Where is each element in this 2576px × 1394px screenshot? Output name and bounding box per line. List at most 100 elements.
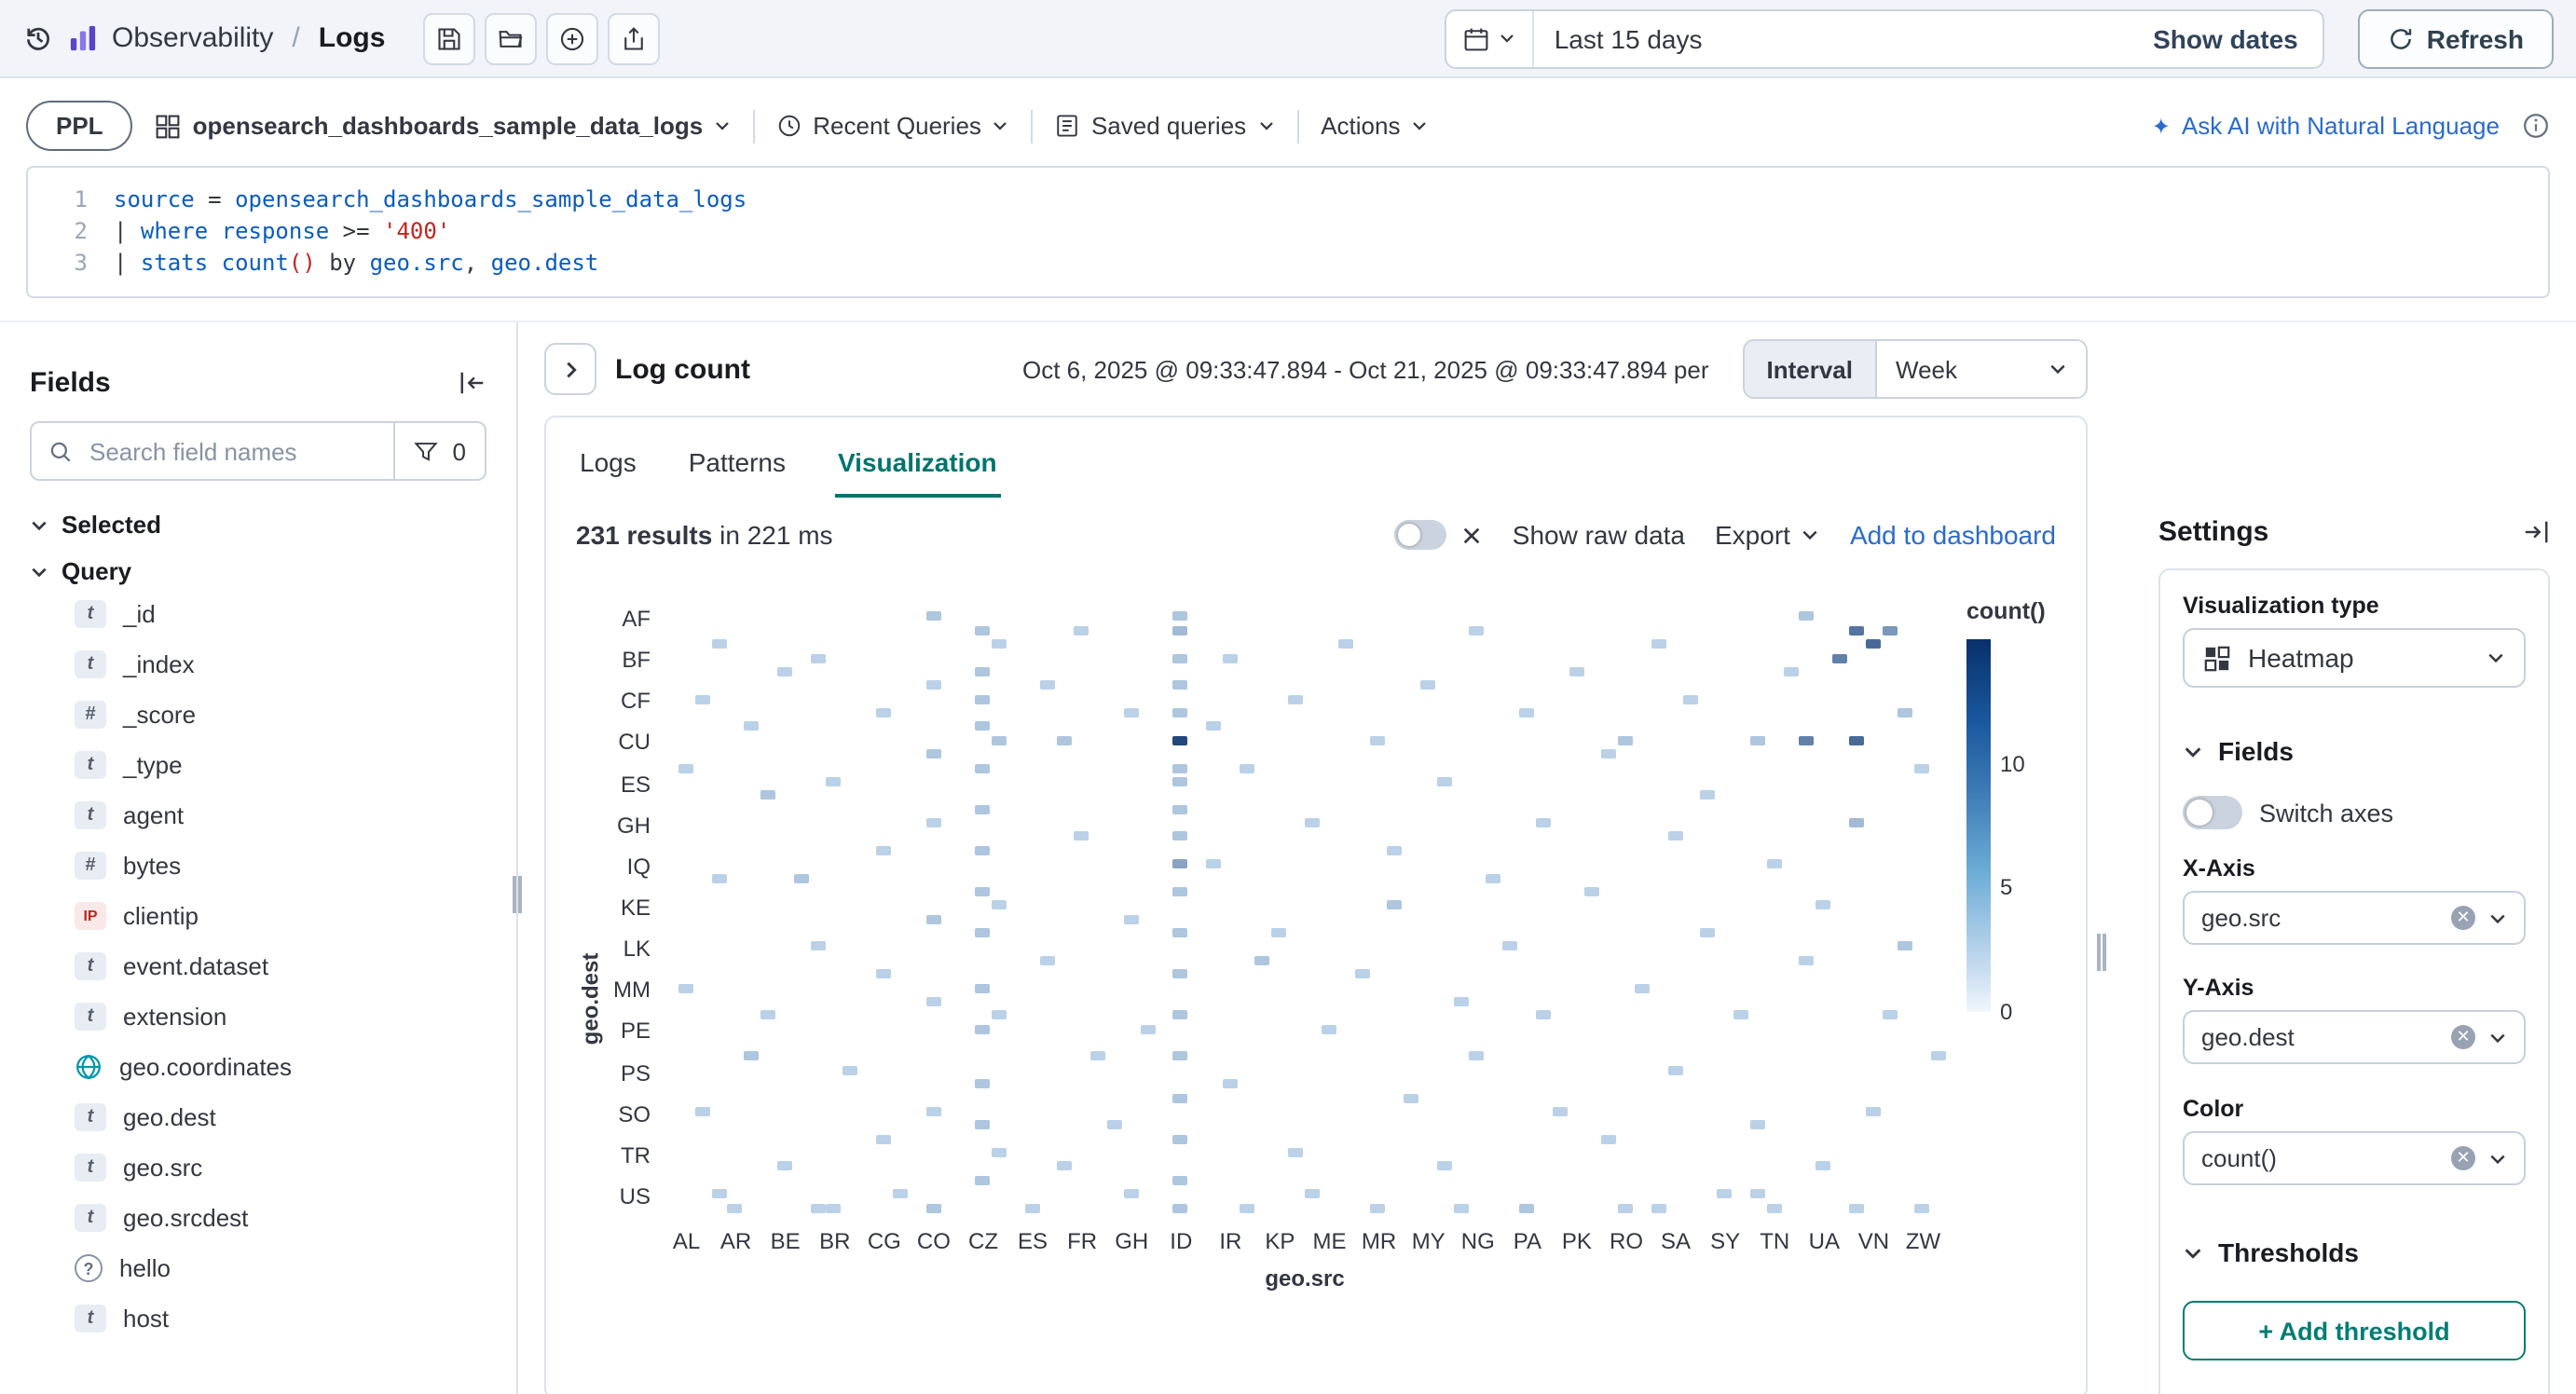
heatmap-cell: [1552, 1107, 1567, 1116]
field-name: geo.dest: [123, 1103, 216, 1131]
field-item-clientip[interactable]: IPclientip: [30, 891, 486, 941]
heatmap-cell: [1453, 1203, 1468, 1212]
heatmap-cell: [1172, 736, 1187, 745]
fields-panel-resizer-handle[interactable]: [513, 876, 522, 913]
y-tick-label: PE: [621, 1018, 651, 1045]
heatmap-cell: [1172, 653, 1187, 663]
viz-type-select[interactable]: Heatmap: [2183, 628, 2526, 688]
breadcrumb-app[interactable]: Observability: [112, 22, 273, 54]
switch-axes-toggle[interactable]: [2183, 796, 2242, 829]
x-tick-label: PK: [1562, 1228, 1592, 1254]
date-picker-calendar-button[interactable]: [1446, 10, 1534, 66]
heatmap-cell: [1618, 1203, 1633, 1212]
heatmap-cell: [1898, 708, 1913, 718]
x-tick-label: PA: [1514, 1228, 1541, 1254]
add-threshold-button[interactable]: + Add threshold: [2183, 1301, 2526, 1360]
dataset-selector[interactable]: opensearch_dashboards_sample_data_logs: [156, 112, 732, 140]
heatmap-cell: [1172, 763, 1187, 772]
field-filter-button[interactable]: 0: [393, 423, 485, 479]
field-item-_score[interactable]: #_score: [30, 690, 486, 740]
y-tick-label: KE: [621, 895, 651, 921]
x-tick-label: KP: [1265, 1228, 1295, 1254]
heatmap-cell: [1387, 901, 1402, 910]
field-group-query[interactable]: Query: [30, 557, 486, 585]
heatmap-cell: [925, 749, 940, 758]
field-group-selected[interactable]: Selected: [30, 511, 486, 539]
field-item-agent[interactable]: tagent: [30, 790, 486, 840]
clear-icon[interactable]: ✕: [2451, 1146, 2475, 1170]
heatmap-cell: [1255, 956, 1270, 965]
y-axis-select[interactable]: geo.dest ✕: [2183, 1010, 2526, 1064]
heatmap-cell: [1024, 1203, 1039, 1212]
x-axis-select[interactable]: geo.src ✕: [2183, 891, 2526, 945]
heatmap-cell: [1816, 1162, 1830, 1171]
clear-icon[interactable]: ✕: [2451, 906, 2475, 930]
settings-panel-resizer-handle[interactable]: [2097, 934, 2106, 971]
add-to-dashboard-button[interactable]: Add to dashboard: [1850, 520, 2056, 550]
expand-panel-button[interactable]: [544, 343, 596, 395]
recent-queries-button[interactable]: Recent Queries: [777, 112, 1009, 140]
fields-section-header[interactable]: Fields: [2183, 736, 2526, 766]
add-icon[interactable]: [545, 12, 597, 64]
close-icon[interactable]: [1462, 525, 1483, 545]
field-item-_id[interactable]: t_id: [30, 589, 486, 639]
clear-icon[interactable]: ✕: [2451, 1025, 2475, 1049]
collapse-fields-panel-icon[interactable]: [459, 369, 486, 397]
ask-ai-button[interactable]: ✦ Ask AI with Natural Language: [2152, 112, 2500, 140]
y-tick-label: IQ: [627, 854, 651, 880]
x-tick-label: GH: [1115, 1228, 1148, 1254]
field-item-event.dataset[interactable]: tevent.dataset: [30, 941, 486, 991]
info-icon[interactable]: [2522, 112, 2550, 140]
show-raw-data-toggle[interactable]: [1395, 520, 1447, 550]
field-item-_index[interactable]: t_index: [30, 639, 486, 690]
tab-logs[interactable]: Logs: [576, 436, 640, 498]
query-language-button[interactable]: PPL: [26, 101, 133, 151]
field-item-_type[interactable]: t_type: [30, 740, 486, 790]
tab-visualization[interactable]: Visualization: [834, 436, 1001, 498]
heatmap-cell: [975, 722, 990, 731]
refresh-button[interactable]: Refresh: [2358, 8, 2554, 68]
actions-menu-button[interactable]: Actions: [1321, 112, 1428, 140]
date-range-value[interactable]: Last 15 days: [1534, 23, 1723, 53]
chevron-down-icon: [993, 117, 1009, 134]
chevron-down-icon: [2183, 1242, 2203, 1263]
x-tick-label: ES: [1018, 1228, 1048, 1254]
folder-open-icon[interactable]: [484, 12, 536, 64]
field-item-geo.coordinates[interactable]: geo.coordinates: [30, 1042, 486, 1092]
color-select[interactable]: count() ✕: [2183, 1131, 2526, 1185]
heatmap-cell: [1487, 873, 1501, 882]
heatmap-cell: [925, 612, 940, 622]
field-item-extension[interactable]: textension: [30, 991, 486, 1042]
field-search-input[interactable]: [86, 435, 377, 467]
field-item-geo.srcdest[interactable]: tgeo.srcdest: [30, 1193, 486, 1243]
field-item-geo.src[interactable]: tgeo.src: [30, 1142, 486, 1193]
interval-control: Interval Week: [1743, 339, 2089, 399]
heatmap-cell: [1305, 818, 1320, 827]
share-icon[interactable]: [607, 12, 659, 64]
legend-title: count(): [1966, 598, 2056, 624]
heatmap-cell: [992, 639, 1007, 649]
show-dates-button[interactable]: Show dates: [2129, 23, 2323, 53]
thresholds-section-header[interactable]: Thresholds: [2183, 1237, 2526, 1267]
ppl-query-editor[interactable]: 1source = opensearch_dashboards_sample_d…: [26, 166, 2550, 298]
divider: [1296, 109, 1298, 143]
interval-select[interactable]: Week: [1877, 341, 2086, 397]
tab-patterns[interactable]: Patterns: [685, 436, 789, 498]
heatmap-cell: [1123, 914, 1138, 923]
export-button[interactable]: Export: [1715, 520, 1820, 550]
heatmap-cell: [1172, 1052, 1187, 1061]
fields-panel-title: Fields: [30, 367, 111, 399]
saved-queries-button[interactable]: Saved queries: [1056, 112, 1274, 140]
heatmap-cell: [876, 846, 891, 855]
recent-history-icon[interactable]: [22, 22, 54, 54]
field-item-bytes[interactable]: #bytes: [30, 840, 486, 891]
save-icon[interactable]: [422, 12, 474, 64]
heatmap-cell: [1536, 1011, 1551, 1020]
field-item-hello[interactable]: ?hello: [30, 1243, 486, 1293]
heatmap-cell: [1322, 1024, 1336, 1033]
line-number: 1: [28, 184, 114, 216]
field-item-host[interactable]: thost: [30, 1293, 486, 1344]
collapse-settings-panel-icon[interactable]: [2522, 518, 2550, 546]
field-item-geo.dest[interactable]: tgeo.dest: [30, 1092, 486, 1142]
x-tick-label: RO: [1610, 1228, 1643, 1254]
